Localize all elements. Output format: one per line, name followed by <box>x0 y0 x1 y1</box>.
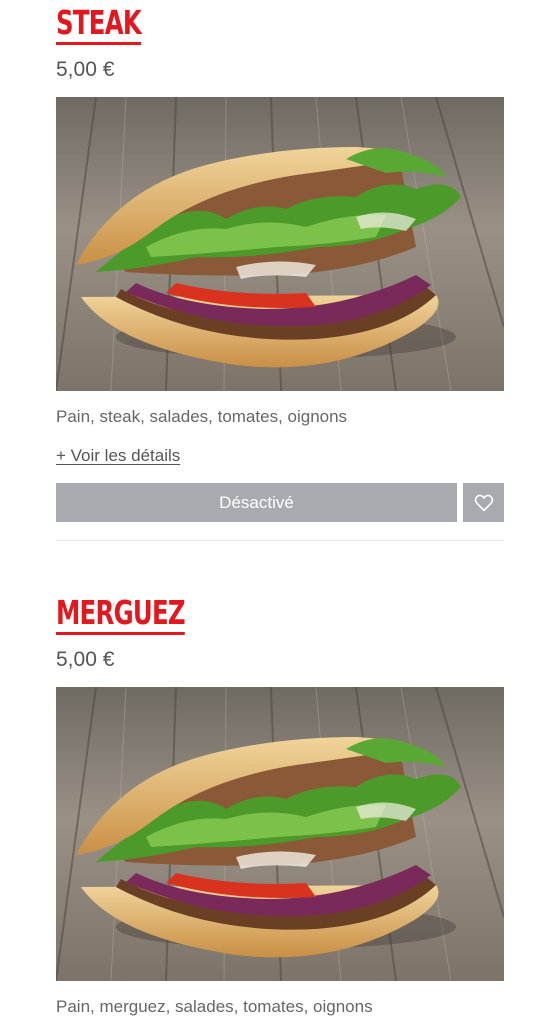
favorite-button[interactable] <box>463 483 504 522</box>
see-details-link[interactable]: + Voir les détails <box>56 446 180 466</box>
product-image[interactable] <box>56 97 504 391</box>
product-price: 5,00 € <box>56 58 115 81</box>
product-image[interactable] <box>56 687 504 981</box>
product-title: MERGUEZ <box>56 594 186 635</box>
product-description: Pain, steak, salades, tomates, oignons <box>56 407 348 426</box>
product-list: STEAK 5,00 € Pain, steak, salades, tomat… <box>0 0 559 1024</box>
product-description: Pain, merguez, salades, tomates, oignons <box>56 997 373 1016</box>
disabled-add-button[interactable]: Désactivé <box>56 483 457 522</box>
product-price: 5,00 € <box>56 648 115 671</box>
kebab-sandwich-image <box>56 97 504 391</box>
kebab-sandwich-image <box>56 687 504 981</box>
heart-outline-icon <box>474 494 493 511</box>
product-title: STEAK <box>56 4 142 45</box>
product-divider <box>56 540 504 541</box>
